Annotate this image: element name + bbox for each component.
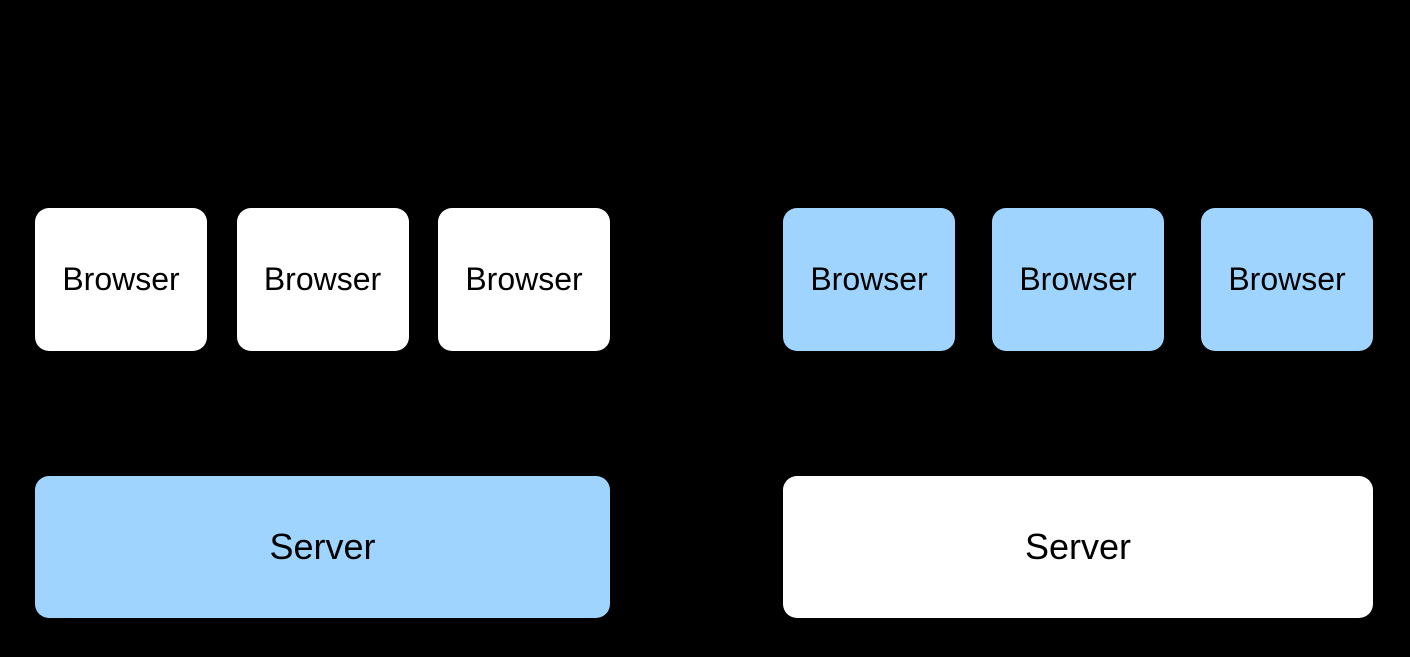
- left-browser-row: Browser Browser Browser: [35, 208, 610, 351]
- right-browser-box: Browser: [992, 208, 1164, 351]
- left-server-box: Server: [35, 476, 610, 618]
- right-diagram: Browser Browser Browser Server: [783, 0, 1373, 657]
- left-browser-box: Browser: [35, 208, 207, 351]
- right-browser-box: Browser: [1201, 208, 1373, 351]
- left-browser-box: Browser: [237, 208, 409, 351]
- left-browser-box: Browser: [438, 208, 610, 351]
- right-browser-row: Browser Browser Browser: [783, 208, 1373, 351]
- left-diagram: Browser Browser Browser Server: [35, 0, 610, 657]
- right-server-box: Server: [783, 476, 1373, 618]
- right-browser-box: Browser: [783, 208, 955, 351]
